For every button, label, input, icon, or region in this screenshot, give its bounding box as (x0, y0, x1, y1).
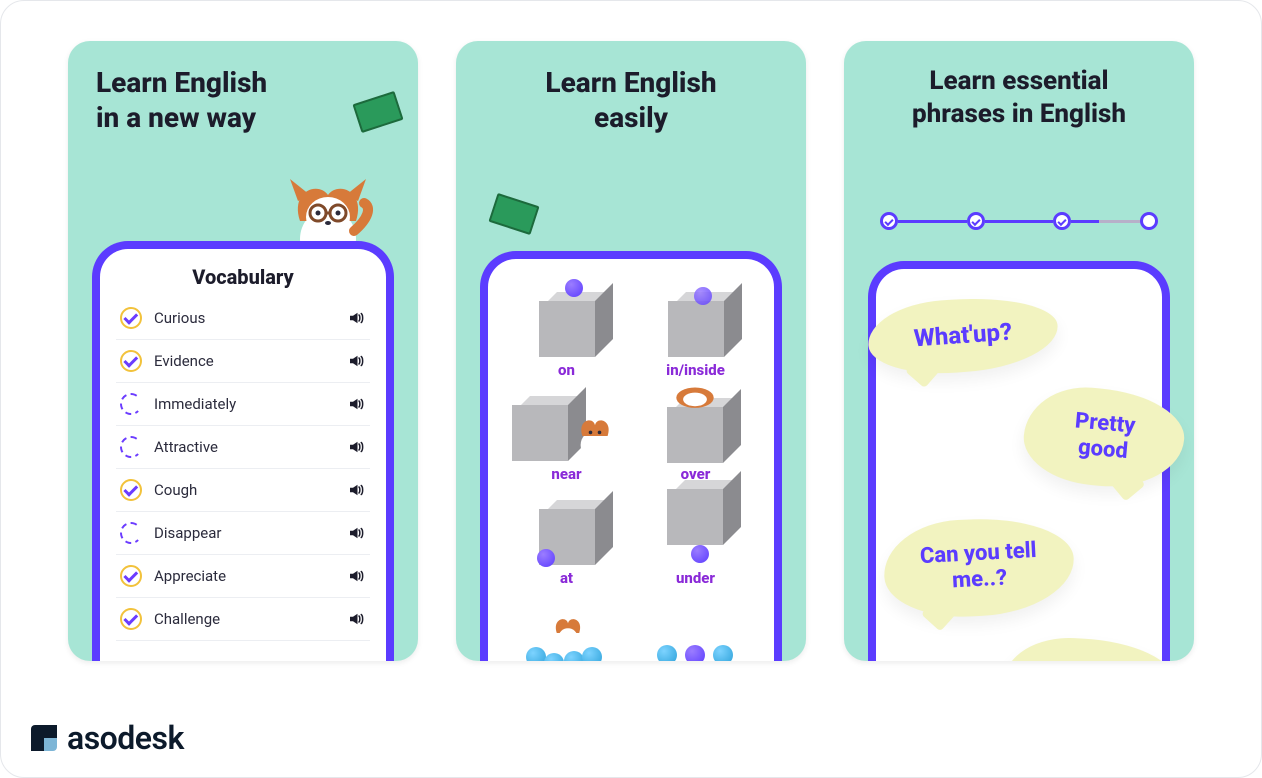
phone-frame-1: Vocabulary Curious Evidence Immediately Att… (92, 241, 394, 661)
phone-frame-2: on in/inside near over at under among between (480, 251, 782, 661)
screenshot-2-title: Learn English easily (456, 41, 806, 135)
vocabulary-word: Evidence (154, 352, 334, 370)
check-pending-icon[interactable] (120, 436, 142, 458)
vocabulary-item[interactable]: Appreciate (116, 555, 370, 598)
speaker-icon[interactable] (346, 437, 366, 457)
corgi-icon (568, 409, 622, 463)
speaker-icon[interactable] (346, 351, 366, 371)
screenshots-row: Learn English in a new way (51, 41, 1211, 661)
phrase-text: What'up? (913, 318, 1013, 353)
vocabulary-item[interactable]: Cough (116, 469, 370, 512)
screenshot-2: Learn English easily on in/inside near over… (456, 41, 806, 661)
preposition-label: near (551, 465, 581, 483)
phrase-bubble: What'up? (866, 292, 1061, 378)
vocabulary-item[interactable]: Attractive (116, 426, 370, 469)
check-done-icon[interactable] (120, 565, 142, 587)
phone-frame-3: What'up? Pretty good Can you tell me..? … (868, 261, 1170, 661)
preposition-cell[interactable]: among (522, 613, 612, 661)
progress-step-icon (1140, 212, 1158, 230)
vocabulary-item[interactable]: Evidence (116, 340, 370, 383)
cube-icon (667, 489, 723, 545)
speaker-icon[interactable] (346, 480, 366, 500)
speaker-icon[interactable] (346, 394, 366, 414)
vocabulary-word: Disappear (154, 524, 334, 542)
cube-icon (539, 301, 595, 357)
brand-footer: asodesk (31, 719, 184, 757)
preposition-cell[interactable]: under (661, 489, 731, 587)
ball-icon (691, 545, 709, 563)
preposition-label: on (558, 361, 575, 379)
ball-icon (565, 279, 583, 297)
phrase-bubble: Pretty good (1020, 382, 1188, 492)
progress-step-done-icon (1053, 212, 1071, 230)
phrase-text: I have no idea ;) (1036, 658, 1143, 661)
check-done-icon[interactable] (120, 608, 142, 630)
cube-icon (668, 301, 724, 357)
vocabulary-item[interactable]: Curious (116, 297, 370, 340)
vocabulary-item[interactable]: Immediately (116, 383, 370, 426)
progress-segment (898, 220, 967, 223)
screenshot-3: Learn essential phrases in English What'… (844, 41, 1194, 661)
vocabulary-word: Attractive (154, 438, 334, 456)
vocabulary-word: Appreciate (154, 567, 334, 585)
speaker-icon[interactable] (346, 308, 366, 328)
prepositions-grid: on in/inside near over at under among between (508, 279, 754, 661)
phrase-text: Pretty good (1074, 408, 1136, 464)
screenshot-1: Learn English in a new way (68, 41, 418, 661)
progress-step-done-icon (967, 212, 985, 230)
speaker-icon[interactable] (346, 523, 366, 543)
brand-name: asodesk (67, 719, 184, 757)
phrase-bubble: I have no idea ;) (1002, 635, 1176, 661)
vocabulary-word: Challenge (154, 610, 334, 628)
preposition-label: under (676, 569, 715, 587)
check-done-icon[interactable] (120, 350, 142, 372)
progress-segment (1071, 220, 1140, 223)
cluster-icon (651, 639, 741, 661)
preposition-cell[interactable]: between (651, 639, 741, 661)
preposition-label: at (560, 569, 573, 587)
speaker-icon[interactable] (346, 566, 366, 586)
preposition-cell[interactable]: on (539, 301, 595, 379)
ball-icon (694, 287, 712, 305)
corgi-icon (665, 379, 725, 413)
cube-icon (512, 405, 568, 461)
vocabulary-title: Vocabulary (100, 249, 386, 297)
progress-segment (985, 220, 1054, 223)
check-done-icon[interactable] (120, 479, 142, 501)
vocabulary-list: Curious Evidence Immediately Attractive Coug… (100, 297, 386, 641)
check-pending-icon[interactable] (120, 522, 142, 544)
vocabulary-word: Cough (154, 481, 334, 499)
check-done-icon[interactable] (120, 307, 142, 329)
preposition-cell[interactable]: over (661, 385, 731, 483)
vocabulary-item[interactable]: Challenge (116, 598, 370, 641)
check-pending-icon[interactable] (120, 393, 142, 415)
cube-icon (667, 407, 723, 463)
ball-icon (537, 549, 555, 567)
book-icon (488, 193, 539, 235)
cluster-icon (522, 613, 612, 661)
phrase-text: Can you tell me..? (919, 538, 1037, 594)
preposition-cell[interactable]: near (512, 405, 622, 483)
speaker-icon[interactable] (346, 609, 366, 629)
cube-icon (539, 509, 595, 565)
preposition-cell[interactable]: at (539, 509, 595, 587)
preposition-label: in/inside (666, 361, 725, 379)
phrase-bubble: Can you tell me..? (882, 514, 1077, 621)
promo-canvas: Learn English in a new way (0, 0, 1262, 778)
progress-step-done-icon (880, 212, 898, 230)
vocabulary-item[interactable]: Disappear (116, 512, 370, 555)
progress-bar (880, 209, 1158, 233)
screenshot-3-title: Learn essential phrases in English (844, 41, 1194, 130)
vocabulary-word: Immediately (154, 395, 334, 413)
vocabulary-word: Curious (154, 309, 334, 327)
preposition-cell[interactable]: in/inside (666, 301, 725, 379)
asodesk-logo-icon (31, 725, 57, 751)
